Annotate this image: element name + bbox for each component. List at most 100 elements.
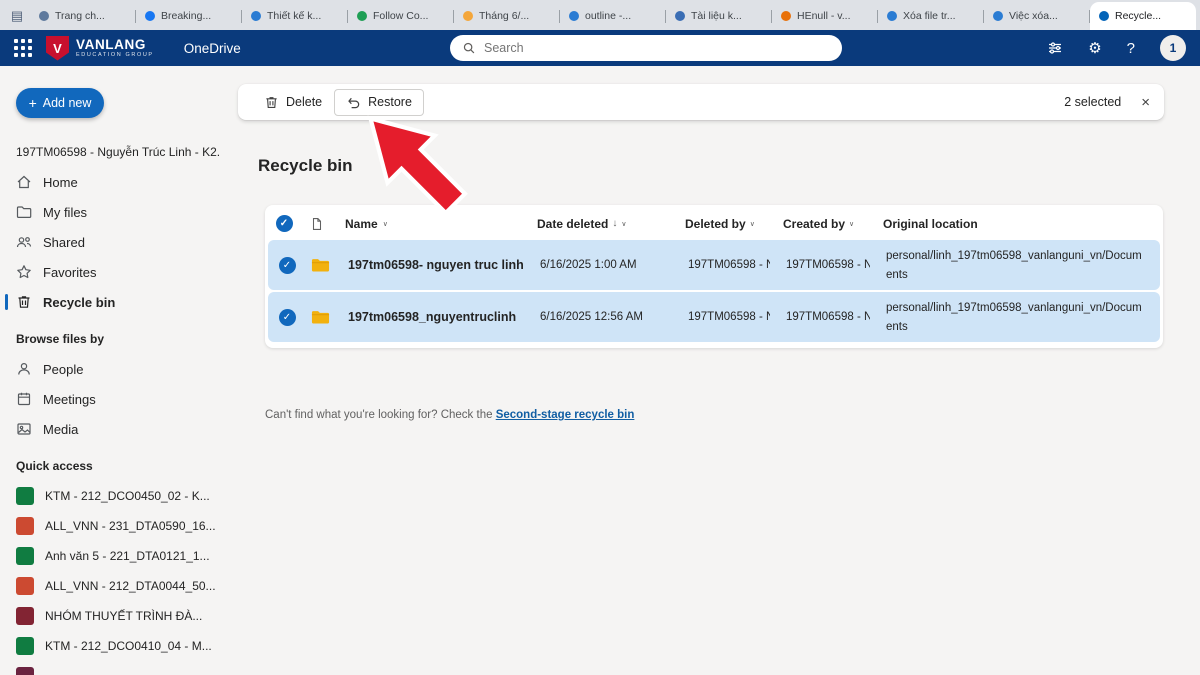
sidebar-item-meetings[interactable]: Meetings: [0, 384, 235, 414]
column-header-name[interactable]: Name ∨: [331, 217, 521, 231]
logo-shield-icon: V: [46, 36, 69, 61]
quick-access-item[interactable]: KTM - 212_DCO0450_02 - K...: [0, 481, 235, 511]
sidebar-item-favorites[interactable]: Favorites: [0, 257, 235, 287]
sidebar-item-people[interactable]: People: [0, 354, 235, 384]
tab-favicon-icon: [781, 11, 791, 21]
account-avatar[interactable]: 1: [1160, 35, 1186, 61]
chevron-down-icon: ∨: [383, 220, 388, 228]
quick-access-item[interactable]: ALL_VNN - 231_DTA0590_16...: [0, 511, 235, 541]
quick-access-item[interactable]: [0, 661, 235, 675]
sidebar-item-my-files[interactable]: My files: [0, 197, 235, 227]
quick-access-label-text: ALL_VNN - 212_DTA0044_50...: [45, 579, 216, 593]
quick-access-item[interactable]: Anh văn 5 - 221_DTA0121_1...: [0, 541, 235, 571]
sidebar-item-recycle-bin[interactable]: Recycle bin: [0, 287, 235, 317]
team-icon: [16, 667, 34, 675]
browser-tab[interactable]: outline -...: [560, 2, 666, 30]
vanlang-logo: V VANLANG EDUCATION GROUP: [46, 36, 154, 61]
main-content: Delete Restore 2 selected × Recycle bin …: [235, 66, 1200, 675]
browser-tab[interactable]: Breaking...: [136, 2, 242, 30]
column-label: Date deleted: [537, 217, 608, 231]
sidebar-item-label: Home: [43, 175, 78, 190]
quick-access-label-text: Anh văn 5 - 221_DTA0121_1...: [45, 549, 210, 563]
file-type-column-icon: [310, 217, 324, 231]
tab-label: Breaking...: [161, 10, 211, 22]
chevron-down-icon: ∨: [750, 220, 755, 228]
quick-access-item[interactable]: ALL_VNN - 212_DTA0044_50...: [0, 571, 235, 601]
browser-tab[interactable]: Việc xóa...: [984, 2, 1090, 30]
row-checkbox[interactable]: ✓: [279, 257, 296, 274]
trash-icon: [16, 294, 32, 310]
tab-label: Tài liệu k...: [691, 10, 742, 22]
column-header-original-location[interactable]: Original location: [867, 217, 1163, 231]
app-header: V VANLANG EDUCATION GROUP OneDrive ⚙ ? 1: [0, 30, 1200, 66]
team-icon: [16, 517, 34, 535]
people-icon: [16, 234, 32, 250]
team-icon: [16, 547, 34, 565]
restore-button[interactable]: Restore: [334, 89, 424, 116]
search-input[interactable]: [484, 41, 830, 55]
browser-tab[interactable]: Thiết kế k...: [242, 2, 348, 30]
browser-tab[interactable]: Follow Co...: [348, 2, 454, 30]
tab-search-icon[interactable]: ▤: [4, 2, 30, 30]
settings-sliders-icon[interactable]: [1047, 40, 1063, 56]
sidebar-item-shared[interactable]: Shared: [0, 227, 235, 257]
tab-label: Recycle...: [1115, 10, 1161, 22]
team-icon: [16, 487, 34, 505]
select-all-checkbox[interactable]: ✓: [276, 215, 293, 232]
search-box[interactable]: [450, 35, 842, 61]
browse-files-by-label: Browse files by: [16, 332, 219, 346]
table-row[interactable]: ✓ 197tm06598- nguyen truc linh 6/16/2025…: [268, 240, 1160, 290]
app-launcher-icon[interactable]: [14, 39, 32, 57]
browser-tab-active[interactable]: Recycle...: [1090, 2, 1196, 30]
sidebar-item-label: People: [43, 362, 83, 377]
clear-selection-icon[interactable]: ×: [1141, 94, 1150, 111]
delete-button[interactable]: Delete: [252, 89, 334, 116]
browser-tab[interactable]: Trang ch...: [30, 2, 136, 30]
sidebar-item-label: Favorites: [43, 265, 96, 280]
row-name: 197tm06598- nguyen truc linh: [348, 258, 524, 272]
second-stage-recycle-bin-link[interactable]: Second-stage recycle bin: [496, 409, 635, 421]
browser-tab[interactable]: Xóa file tr...: [878, 2, 984, 30]
team-icon: [16, 637, 34, 655]
sidebar-item-label: Recycle bin: [43, 295, 115, 310]
app-title: OneDrive: [184, 41, 241, 56]
sort-descending-icon: ↓: [612, 218, 617, 229]
sidebar-item-home[interactable]: Home: [0, 167, 235, 197]
sidebar-item-label: Media: [43, 422, 78, 437]
search-icon: [462, 41, 476, 55]
add-new-label: Add new: [43, 96, 92, 110]
row-deleted-by: 197TM06598 - Ng: [688, 259, 770, 271]
quick-access-label-text: NHÓM THUYẾT TRÌNH ĐÀ...: [45, 609, 202, 623]
row-original-location: personal/linh_197tm06598_vanlanguni_vn/D…: [886, 250, 1142, 281]
browser-tab[interactable]: Tài liệu k...: [666, 2, 772, 30]
column-label: Name: [345, 217, 378, 231]
sidebar: + Add new 197TM06598 - Nguyễn Trúc Linh …: [0, 66, 235, 675]
quick-access-item[interactable]: KTM - 212_DCO0410_04 - M...: [0, 631, 235, 661]
add-new-button[interactable]: + Add new: [16, 88, 104, 118]
tab-favicon-icon: [39, 11, 49, 21]
chevron-down-icon: ∨: [621, 220, 626, 228]
tab-favicon-icon: [887, 11, 897, 21]
column-header-date-deleted[interactable]: Date deleted ↓ ∨: [521, 217, 669, 231]
sidebar-item-media[interactable]: Media: [0, 414, 235, 444]
tab-label: outline -...: [585, 10, 631, 22]
column-label: Original location: [883, 217, 978, 231]
gear-icon[interactable]: ⚙: [1088, 39, 1101, 57]
column-header-created-by[interactable]: Created by ∨: [767, 217, 867, 231]
quick-access-item[interactable]: NHÓM THUYẾT TRÌNH ĐÀ...: [0, 601, 235, 631]
row-name: 197tm06598_nguyentruclinh: [348, 310, 516, 324]
browser-tab[interactable]: HEnull - v...: [772, 2, 878, 30]
browser-tab[interactable]: Tháng 6/...: [454, 2, 560, 30]
delete-label: Delete: [286, 95, 322, 109]
help-icon[interactable]: ?: [1127, 40, 1135, 57]
account-name: 197TM06598 - Nguyễn Trúc Linh - K2...: [16, 145, 221, 159]
page-title: Recycle bin: [258, 156, 353, 176]
row-checkbox[interactable]: ✓: [279, 309, 296, 326]
brand-name: VANLANG: [76, 38, 154, 53]
selection-count: 2 selected: [1064, 95, 1121, 109]
table-header-row: ✓ Name ∨ Date deleted ↓ ∨ Deleted by ∨: [265, 207, 1163, 240]
column-header-deleted-by[interactable]: Deleted by ∨: [669, 217, 767, 231]
table-row[interactable]: ✓ 197tm06598_nguyentruclinh 6/16/2025 12…: [268, 292, 1160, 342]
tab-label: HEnull - v...: [797, 10, 850, 22]
chevron-down-icon: ∨: [849, 220, 854, 228]
